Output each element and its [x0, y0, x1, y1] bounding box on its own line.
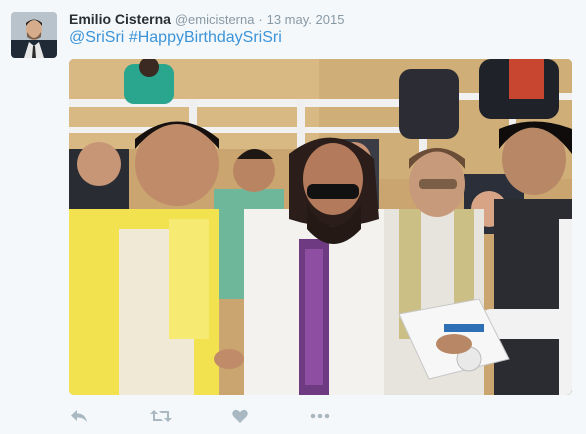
retweet-icon: [150, 410, 172, 422]
tweet-card: Emilio Cisterna @emicisterna · 13 may. 2…: [0, 0, 586, 434]
reply-button[interactable]: [69, 405, 89, 427]
tweet-actions: [69, 405, 369, 427]
retweet-button[interactable]: [150, 405, 172, 427]
more-button[interactable]: [309, 405, 331, 427]
reply-icon: [71, 410, 87, 422]
mention-link[interactable]: @SriSri: [69, 29, 124, 46]
tweet-header: Emilio Cisterna @emicisterna · 13 may. 2…: [69, 10, 569, 28]
avatar-image: [11, 12, 57, 58]
author-name[interactable]: Emilio Cisterna: [69, 11, 171, 27]
photo-image: [69, 59, 572, 395]
avatar[interactable]: [11, 12, 57, 58]
author-handle[interactable]: @emicisterna: [175, 12, 255, 27]
hashtag-link[interactable]: #HappyBirthdaySriSri: [129, 29, 282, 46]
more-icon: [310, 413, 330, 419]
tweet-photo[interactable]: [69, 59, 572, 395]
tweet-date[interactable]: 13 may. 2015: [267, 12, 345, 27]
like-button[interactable]: [231, 405, 249, 427]
header-separator: ·: [258, 12, 263, 27]
tweet-text: @SriSri #HappyBirthdaySriSri: [69, 28, 569, 48]
heart-icon: [232, 409, 248, 423]
